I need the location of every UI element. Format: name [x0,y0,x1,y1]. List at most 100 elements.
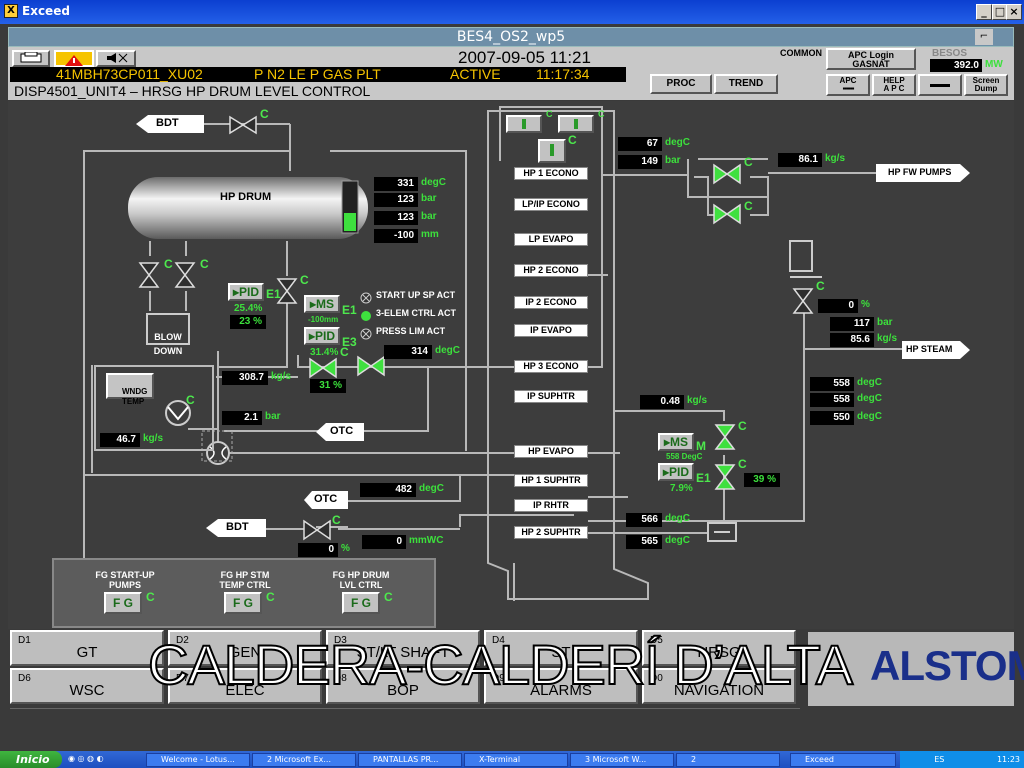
pid-1-suffix: E1 [266,287,281,301]
blowdown-valve-2-icon[interactable] [174,261,196,289]
fw-valve-2-icon[interactable] [712,203,742,225]
blowdown-valve-1-icon[interactable] [138,261,160,289]
hp-drum-label: HP DRUM [220,191,272,203]
section-ip-rhtr[interactable]: IP RHTR [514,499,588,512]
fg-startup-button[interactable]: F G [104,592,142,614]
screen-dump-button[interactable]: Screen Dump [964,74,1008,96]
mute-button[interactable] [96,50,136,67]
econ-temp-unit: degC [665,137,690,148]
bdt-bottom-valve-icon[interactable] [302,519,332,541]
start-button[interactable]: Inicio [0,751,62,768]
section-lpip-econo[interactable]: LP/IP ECONO [514,198,588,211]
drum-vent-valve-c: C [300,273,309,287]
hp-steam-valve-icon[interactable] [792,287,814,315]
taskbar-item-excel[interactable]: 2 Microsoft Ex... [252,753,356,767]
proc-button[interactable]: PROC [650,74,712,94]
common-label: COMMON [780,48,822,58]
close-button[interactable]: × [1006,4,1022,20]
taskbar-item-word[interactable]: 3 Microsoft W... [570,753,674,767]
drum-press-value-2: 123 [374,211,418,225]
taskbar-item-2[interactable]: 2 [676,753,780,767]
taskbar-item-xterminal[interactable]: X-Terminal [464,753,568,767]
nav-d6-wsc[interactable]: D6 WSC [10,668,164,704]
hrsg-ctrl-3-button[interactable] [538,139,566,163]
section-ip2-econo[interactable]: IP 2 ECONO [514,296,588,309]
bdt-press-value: 0 [362,535,406,549]
alarm-button[interactable] [54,50,94,67]
steam-valve-pct-unit: % [861,299,870,310]
language-indicator[interactable]: ES [934,755,944,764]
nav-d1-gt[interactable]: D1 GT [10,630,164,666]
section-hp-evapo[interactable]: HP EVAPO [514,445,588,458]
section-ip-evapo[interactable]: IP EVAPO [514,324,588,337]
taskbar-item-exceed[interactable]: Exceed [790,753,896,767]
help-apc-button[interactable]: HELP A P C [872,74,916,96]
minimize-display-button[interactable] [918,74,962,96]
ms-1-button[interactable]: ▸MS [304,295,340,313]
steam-temp-2-unit: degC [857,393,882,404]
press-1-value: 2.1 [222,411,262,425]
app-title: BES4_OS2_wp5 [456,29,566,45]
section-lp-evapo[interactable]: LP EVAPO [514,233,588,246]
fg-hp-drum-button[interactable]: F G [342,592,380,614]
taskbar-item-lotus[interactable]: Welcome - Lotus... [146,753,250,767]
bdt-pct-value: 0 [298,543,338,557]
window-titlebar[interactable]: X Exceed _ □ × [0,0,1024,24]
fg-hp-stm-button[interactable]: F G [224,592,262,614]
section-ip-suphtr[interactable]: IP SUPHTR [514,390,588,403]
trend-button[interactable]: TREND [714,74,778,94]
hrsg-ctrl-1-button[interactable] [506,115,542,133]
apc-button[interactable]: APC ▪▪▪▪▪▪ [826,74,870,96]
econ-press-value: 149 [618,155,662,169]
wndg-temp-button[interactable]: WNDG TEMP [106,373,154,406]
menu-button[interactable]: ⌐ [975,29,993,45]
pid-2-button[interactable]: ▸PID [304,327,340,345]
feed-valve-2-icon[interactable] [356,355,386,377]
taskbar-item-pantallas[interactable]: PANTALLAS PR... [358,753,462,767]
drum-level-unit: mm [421,229,439,240]
section-hp2-econo[interactable]: HP 2 ECONO [514,264,588,277]
header-bar: 2007-09-05 11:21 41MBH73CP011_XU02 P N2 … [8,47,1014,100]
econ-temp-value: 67 [618,137,662,151]
blow-down-tank[interactable]: BLOW DOWN [146,313,190,356]
steam-temp-3-unit: degC [857,411,882,422]
steam-flow-value: 85.6 [830,333,874,347]
hp-drum-vessel [128,177,368,239]
pid-3-label: PID [669,465,690,479]
apc-grid-icon: ▪▪▪▪▪▪ [842,84,854,93]
section-hp1-econo[interactable]: HP 1 ECONO [514,167,588,180]
section-hp1-suphtr[interactable]: HP 1 SUPHTR [514,474,588,487]
pid-3-button[interactable]: ▸PID [658,463,694,481]
section-hp2-suphtr[interactable]: HP 2 SUPHTR [514,526,588,539]
fw-valve-1-icon[interactable] [712,163,742,185]
bar-icon [522,119,526,129]
steam-temp-1-value: 558 [810,377,854,391]
steam-flow-unit: kg/s [877,333,898,344]
fg-hp-drum-c: C [384,590,393,604]
feed-valve-1-icon[interactable] [308,357,338,379]
attemp-valve-1-icon[interactable] [714,423,736,451]
sh-temp-1-unit: degC [665,513,690,524]
steam-temp-2-value: 558 [810,393,854,407]
alarm-strip[interactable]: 41MBH73CP011_XU02 P N2 LE P GAS PLT ACTI… [10,66,626,82]
apc-login-button[interactable]: APC Login GASNAT [826,48,916,70]
steam-valve-pct-value: 0 [818,299,858,313]
attemp-valve-2-icon[interactable] [714,463,736,491]
hrsg-ctrl-2-button[interactable] [558,115,594,133]
flow-1-value: 308.7 [222,371,268,385]
section-hp3-econo[interactable]: HP 3 ECONO [514,360,588,373]
power-unit: MW [985,59,1003,70]
bdt-top-valve-icon[interactable] [228,115,258,135]
alarm-tag: 41MBH73CP011_XU02 [56,66,203,82]
alstom-logo: ALSTOM [870,642,1024,689]
alarm-status: ACTIVE [450,66,501,82]
sh-temp-1-value: 566 [626,513,662,527]
pid-1-label: PID [239,285,260,299]
minimize-button[interactable]: _ [976,4,992,20]
acknowledge-button[interactable] [12,50,50,67]
ms-2-button[interactable]: ▸MS [658,433,694,451]
pid-1-button[interactable]: ▸PID [228,283,264,301]
otc-temp-value: 482 [360,483,416,497]
fw-valve-1-c: C [744,155,753,169]
drum-press-unit-2: bar [421,211,437,222]
